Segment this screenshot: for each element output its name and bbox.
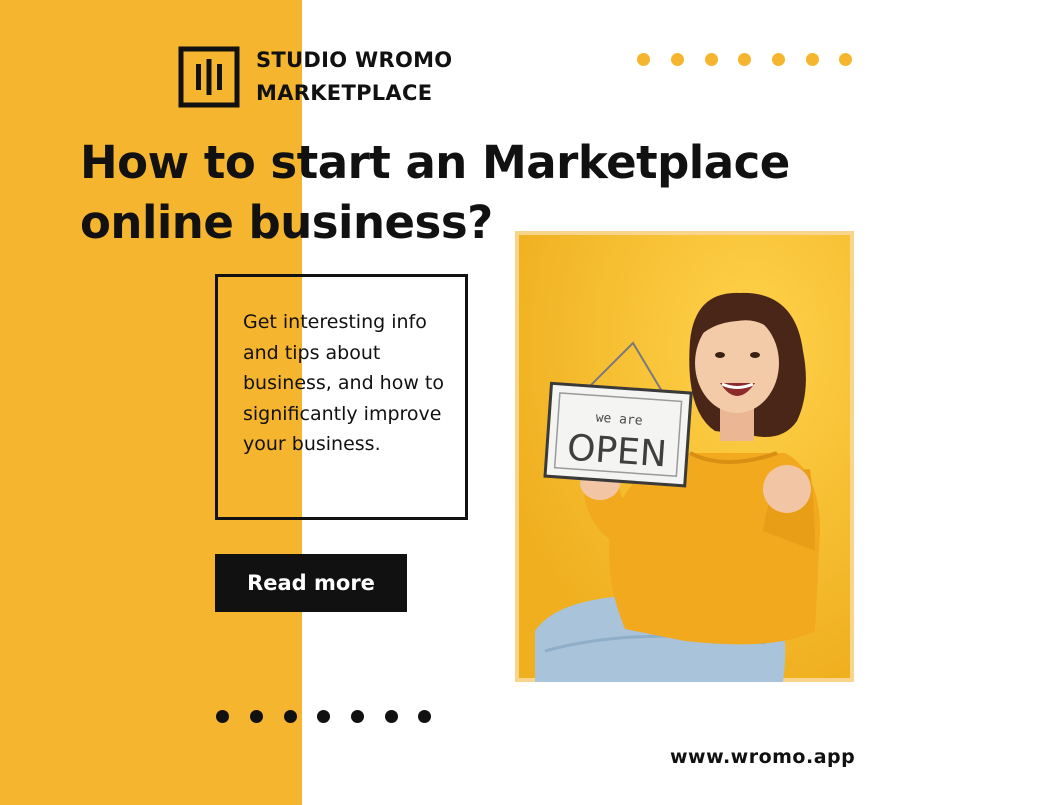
headline-line-1: How to start an Marketplace xyxy=(80,136,790,189)
read-more-button[interactable]: Read more xyxy=(215,554,407,612)
dot xyxy=(839,53,852,66)
dot xyxy=(216,710,229,723)
brand-name: STUDIO WROMO MARKETPLACE xyxy=(256,44,452,110)
dot xyxy=(772,53,785,66)
dot xyxy=(738,53,751,66)
dot xyxy=(637,53,650,66)
bars-logo-icon xyxy=(178,46,240,108)
poster: STUDIO WROMO MARKETPLACE How to start an… xyxy=(0,0,1050,805)
decorative-dots-bottom xyxy=(216,710,436,724)
brand-line-2: MARKETPLACE xyxy=(256,81,433,105)
dot xyxy=(317,710,330,723)
brand-line-1: STUDIO WROMO xyxy=(256,48,453,72)
info-text: Get interesting info and tips about busi… xyxy=(243,311,444,455)
dot xyxy=(671,53,684,66)
dot xyxy=(284,710,297,723)
decorative-dots-top xyxy=(637,53,857,67)
sign-large-text: OPEN xyxy=(566,428,668,476)
website-url: www.wromo.app xyxy=(670,746,856,768)
dot xyxy=(250,710,263,723)
dot xyxy=(418,710,431,723)
dot xyxy=(351,710,364,723)
dot xyxy=(806,53,819,66)
woman-holding-open-sign-photo: we are OPEN xyxy=(515,231,854,682)
dot xyxy=(385,710,398,723)
dot xyxy=(705,53,718,66)
info-box: Get interesting info and tips about busi… xyxy=(215,274,468,520)
